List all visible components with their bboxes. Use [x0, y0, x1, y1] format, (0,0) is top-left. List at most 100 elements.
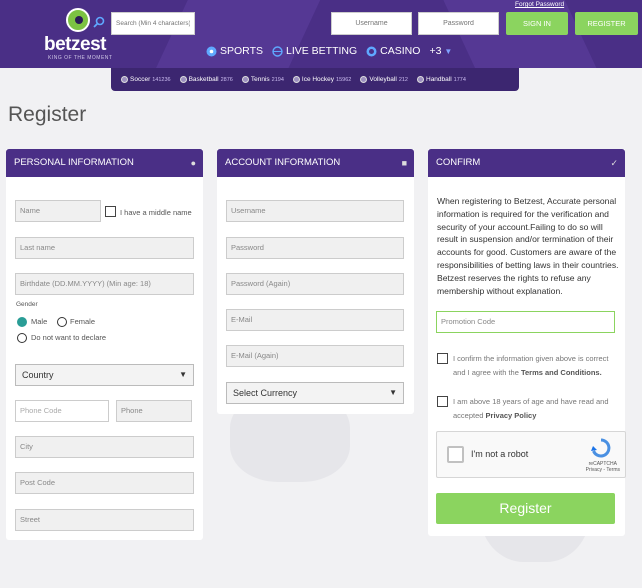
sport-soccer[interactable]: Soccer 141236: [121, 76, 171, 83]
panel-header: CONFIRM ✓: [428, 149, 625, 177]
sport-basketball[interactable]: Basketball 2876: [179, 76, 233, 83]
nav-live-betting-label: LIVE BETTING: [285, 45, 358, 57]
volleyball-icon: [360, 76, 368, 83]
middle-name-label: I have a middle name: [120, 208, 192, 217]
country-select[interactable]: Country ▼: [15, 364, 194, 386]
personal-information-panel: PERSONAL INFORMATION ● Name I have a midd…: [6, 149, 203, 540]
sport-label: Tennis: [250, 76, 270, 83]
username-login-field[interactable]: [331, 12, 412, 35]
privacy-policy-link[interactable]: Privacy Policy: [486, 411, 537, 420]
no-declare-label: Do not want to declare: [31, 333, 107, 342]
soccer-icon: [121, 76, 128, 83]
city-field[interactable]: City: [15, 436, 194, 458]
gender-label: Gender: [16, 301, 38, 308]
recaptcha-widget: I'm not a robot reCAPTCHA Privacy - Terms: [436, 431, 626, 478]
password-field[interactable]: Password: [226, 237, 404, 259]
register-submit-button[interactable]: Register: [436, 493, 615, 524]
password-again-field[interactable]: Password (Again): [226, 273, 404, 295]
sport-volleyball[interactable]: Volleyball 212: [360, 76, 408, 83]
nav-more[interactable]: +3 ▼: [429, 45, 452, 57]
sport-count: 15962: [336, 76, 352, 83]
sport-count: 212: [398, 76, 408, 83]
logo-tagline: KING OF THE MOMENT: [48, 55, 113, 61]
last-name-field[interactable]: Last name: [15, 237, 194, 259]
email-again-field[interactable]: E-Mail (Again): [226, 345, 404, 367]
sport-count: 141236: [152, 76, 171, 83]
main-nav: SPORTS LIVE BETTING CASINO +3 ▼: [206, 45, 452, 57]
post-code-field[interactable]: Post Code: [15, 472, 194, 494]
birthdate-field[interactable]: Birthdate (DD.MM.YYYY) (Min age: 18): [15, 273, 194, 295]
account-information-panel: ACCOUNT INFORMATION ■ Username Password P…: [217, 149, 414, 414]
panel-title: PERSONAL INFORMATION: [14, 157, 134, 168]
age-text: I am above 18 years of age and have read…: [453, 395, 621, 423]
nav-sports[interactable]: SPORTS: [206, 45, 263, 57]
sport-ice-hockey[interactable]: Ice Hockey 15962: [292, 76, 352, 83]
recaptcha-links[interactable]: Privacy - Terms: [586, 467, 620, 473]
sign-in-button[interactable]: SIGN IN: [506, 12, 568, 35]
male-radio[interactable]: [17, 317, 27, 327]
user-icon: ●: [190, 158, 196, 168]
password-login-field[interactable]: [418, 12, 499, 35]
username-field[interactable]: Username: [226, 200, 404, 222]
chevron-down-icon: ▼: [444, 46, 453, 56]
sport-label: Ice Hockey: [301, 76, 335, 83]
street-field[interactable]: Street: [15, 509, 194, 531]
nav-sports-label: SPORTS: [220, 45, 263, 57]
sport-count: 2876: [220, 76, 233, 83]
live-globe-icon: [272, 45, 283, 57]
search-icon[interactable]: [93, 16, 105, 28]
soccer-ball-icon: [206, 46, 217, 56]
recaptcha-logo-icon: [591, 438, 611, 458]
female-label: Female: [70, 317, 96, 326]
phone-code-field[interactable]: Phone Code: [15, 400, 109, 422]
top-header: betzest KING OF THE MOMENT Forgot Passwo…: [0, 0, 642, 68]
dropdown-arrow-icon: ▼: [389, 388, 397, 397]
panel-header: ACCOUNT INFORMATION ■: [217, 149, 414, 177]
logo-mascot-icon: [66, 8, 90, 32]
terms-checkbox[interactable]: [437, 353, 448, 364]
age-checkbox[interactable]: [437, 396, 448, 407]
nav-casino-label: CASINO: [380, 45, 421, 57]
ice-hockey-icon: [292, 76, 300, 83]
recaptcha-label: I'm not a robot: [471, 449, 529, 459]
sports-strip: Soccer 141236 Basketball 2876 Tennis 2194 I…: [111, 68, 519, 91]
panel-title: ACCOUNT INFORMATION: [225, 157, 341, 168]
sport-label: Volleyball: [369, 76, 397, 83]
email-field[interactable]: E-Mail: [226, 309, 404, 331]
male-label: Male: [31, 317, 48, 326]
promotion-code-field[interactable]: Promotion Code: [436, 311, 615, 333]
confirm-panel: CONFIRM ✓ When registering to Betzest, Ac…: [428, 149, 626, 536]
middle-name-checkbox[interactable]: [105, 206, 116, 217]
handball-icon: [417, 76, 424, 83]
confirm-disclaimer: When registering to Betzest, Accurate pe…: [437, 196, 619, 296]
terms-link[interactable]: Terms and Conditions.: [521, 368, 602, 377]
sport-count: 2194: [271, 76, 284, 83]
register-header-button[interactable]: REGISTER: [575, 12, 638, 35]
logo-name: betzest: [44, 34, 106, 55]
no-declare-radio[interactable]: [17, 333, 27, 343]
basketball-icon: [179, 76, 187, 83]
id-card-icon: ■: [401, 158, 407, 168]
sport-label: Basketball: [188, 76, 219, 83]
phone-field[interactable]: Phone: [116, 400, 192, 422]
currency-select-value: Select Currency: [233, 388, 298, 398]
search-input[interactable]: [111, 12, 195, 35]
tennis-icon: [241, 76, 249, 83]
sport-label: Handball: [426, 76, 452, 83]
sport-tennis[interactable]: Tennis 2194: [241, 76, 284, 83]
page-title: Register: [8, 103, 87, 126]
casino-chip-icon: [366, 46, 377, 56]
betzest-logo[interactable]: betzest KING OF THE MOMENT: [44, 6, 114, 62]
nav-casino[interactable]: CASINO: [366, 45, 420, 57]
panel-header: PERSONAL INFORMATION ●: [6, 149, 203, 177]
currency-select[interactable]: Select Currency ▼: [226, 382, 404, 404]
nav-live-betting[interactable]: LIVE BETTING: [272, 45, 357, 57]
nav-more-label: +3: [429, 45, 442, 57]
name-field[interactable]: Name: [15, 200, 101, 222]
forgot-password-link[interactable]: Forgot Password: [515, 1, 564, 8]
sport-handball[interactable]: Handball 1774: [417, 76, 466, 83]
terms-text: I confirm the information given above is…: [453, 352, 621, 380]
sport-count: 1774: [453, 76, 466, 83]
female-radio[interactable]: [57, 317, 67, 327]
recaptcha-checkbox[interactable]: [447, 446, 464, 463]
